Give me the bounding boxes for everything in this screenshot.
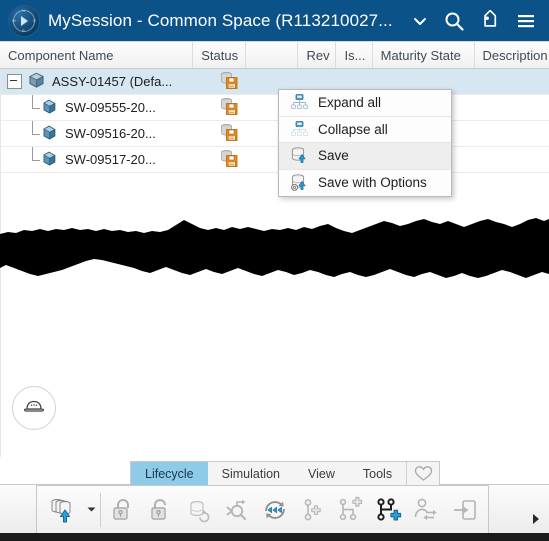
context-menu-item-collapse-all[interactable]: Collapse all (279, 117, 451, 143)
context-menu: Expand all Collapse all Save Save with O… (278, 89, 452, 197)
application-window: NSWE MySession - Common Space (R11321002… (0, 0, 549, 541)
transfer-ownership-button[interactable] (408, 489, 446, 531)
table-row[interactable]: ASSY-01457 (Defa... (1, 69, 549, 95)
table-row[interactable]: SW-09517-20... (1, 147, 549, 173)
context-menu-item-expand-all[interactable]: Expand all (279, 90, 451, 117)
saved-to-database-icon (219, 123, 238, 145)
assembly-cube-icon (28, 72, 45, 92)
context-menu-item-save-with-options[interactable]: Save with Options (279, 170, 451, 197)
tab-label: Simulation (221, 466, 281, 481)
column-header-blank[interactable] (246, 42, 299, 68)
hard-hat-icon (22, 394, 46, 423)
context-menu-label: Save (318, 148, 349, 164)
tree-node-part[interactable]: SW-09516-20... (1, 121, 211, 146)
component-tree: ASSY-01457 (Defa... SW-09555-20... SW-09… (0, 69, 549, 197)
new-branch-button[interactable] (332, 489, 370, 531)
search-icon[interactable] (443, 10, 465, 32)
part-cube-icon (41, 124, 58, 144)
chevron-down-icon[interactable] (411, 12, 429, 30)
column-header-rev[interactable]: Rev (298, 42, 337, 68)
toolbar-separator (100, 492, 101, 527)
saved-to-database-icon (219, 71, 238, 93)
new-revision-button[interactable] (294, 489, 332, 531)
context-menu-label: Collapse all (318, 121, 388, 137)
hamburger-menu-icon[interactable] (515, 10, 537, 32)
tree-node-part[interactable]: SW-09517-20... (1, 147, 211, 172)
search-object-button[interactable] (218, 489, 256, 531)
row-status[interactable] (211, 69, 253, 94)
unlock-button[interactable] (142, 489, 180, 531)
row-label: SW-09517-20... (65, 152, 156, 167)
title-bar: NSWE MySession - Common Space (R11321002… (0, 0, 549, 41)
row-label: SW-09555-20... (65, 100, 156, 115)
tab-label: Tools (362, 466, 393, 481)
tag-icon[interactable] (479, 9, 501, 32)
tree-guide-line (27, 95, 41, 120)
app-logo-icon[interactable]: NSWE (8, 4, 40, 37)
refresh-database-button[interactable] (180, 489, 218, 531)
tab-label: Lifecycle (145, 466, 194, 481)
column-header-maturity-state[interactable]: Maturity State (373, 42, 475, 68)
overflow-right-arrow-icon[interactable] (531, 512, 541, 524)
column-header-status[interactable]: Status (193, 42, 246, 68)
save-stack-button[interactable] (41, 489, 85, 531)
bottom-tab-strip: Lifecycle Simulation View Tools (130, 461, 441, 485)
export-button[interactable] (446, 489, 484, 531)
row-status[interactable] (211, 95, 253, 120)
context-menu-label: Expand all (318, 95, 382, 111)
column-header-component-name[interactable]: Component Name (0, 42, 194, 68)
window-title: MySession - Common Space (R113210027... (48, 10, 393, 30)
tree-guide-line (27, 147, 41, 172)
row-label: ASSY-01457 (Defa... (52, 74, 173, 89)
expand-tree-icon (286, 93, 312, 112)
tab-lifecycle[interactable]: Lifecycle (131, 462, 208, 485)
saved-to-database-icon (219, 149, 238, 171)
role-switch-button[interactable] (12, 386, 56, 430)
window-bottom-edge (0, 533, 549, 541)
save-stack-dropdown-caret-icon[interactable] (85, 489, 97, 531)
row-label: SW-09516-20... (65, 126, 156, 141)
lifecycle-toolbar (36, 485, 489, 533)
collapse-expander-icon[interactable] (7, 74, 22, 89)
synchronize-button[interactable] (256, 489, 294, 531)
table-column-header: Component Name Status Rev Is... Maturity… (0, 41, 549, 69)
saved-to-database-icon (219, 97, 238, 119)
context-menu-item-save[interactable]: Save (279, 143, 451, 170)
save-database-icon (286, 146, 312, 165)
row-status[interactable] (211, 121, 253, 146)
lock-button[interactable] (104, 489, 142, 531)
tree-node-assembly[interactable]: ASSY-01457 (Defa... (1, 69, 211, 94)
row-status[interactable] (211, 147, 253, 172)
tree-guide-line (27, 121, 41, 146)
part-cube-icon (41, 150, 58, 170)
table-row[interactable]: SW-09516-20... (1, 121, 549, 147)
heart-icon[interactable] (406, 462, 439, 485)
column-header-description[interactable]: Description (475, 42, 549, 68)
tab-simulation[interactable]: Simulation (208, 462, 294, 485)
column-header-is[interactable]: Is... (336, 42, 373, 68)
collapse-tree-icon (286, 120, 312, 139)
part-cube-icon (41, 98, 58, 118)
tree-node-part[interactable]: SW-09555-20... (1, 95, 211, 120)
save-with-options-icon (286, 173, 312, 192)
tab-label: View (308, 466, 335, 481)
new-version-button[interactable] (370, 489, 408, 531)
redacted-region (0, 212, 549, 292)
tab-view[interactable]: View (294, 462, 349, 485)
table-row[interactable]: SW-09555-20... (1, 95, 549, 121)
tab-tools[interactable]: Tools (349, 462, 406, 485)
context-menu-label: Save with Options (318, 175, 427, 191)
